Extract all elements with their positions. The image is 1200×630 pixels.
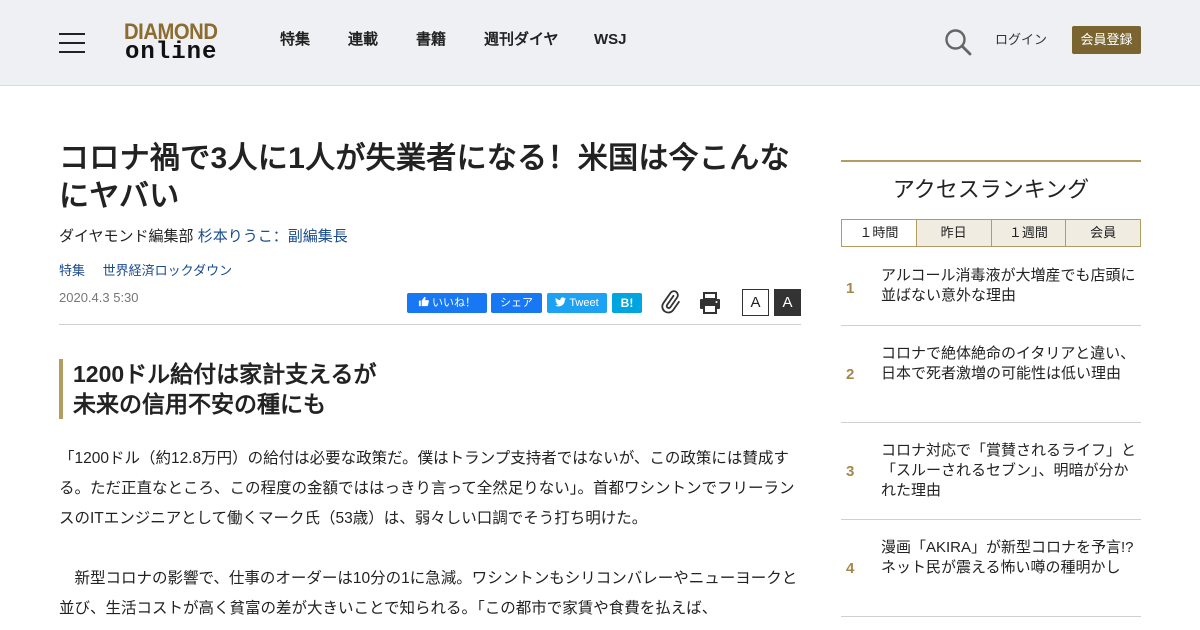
rank-headline[interactable]: コロナで絶体絶命のイタリアと違い、日本で死者激増の可能性は低い理由 xyxy=(881,344,1139,384)
byline: ダイヤモンド編集部 杉本りうこ：副編集長 xyxy=(59,228,348,246)
rank-number: 1 xyxy=(846,280,855,297)
article-title: コロナ禍で3人に1人が失業者になる！米国は今こんなにヤバい xyxy=(59,142,790,213)
divider xyxy=(59,324,801,325)
nav-series[interactable]: 連載 xyxy=(348,31,378,49)
login-link[interactable]: ログイン xyxy=(995,32,1047,48)
nav-feature[interactable]: 特集 xyxy=(280,31,310,49)
ranking-item[interactable]: 2 コロナで絶体絶命のイタリアと違い、日本で死者激増の可能性は低い理由 xyxy=(841,326,1141,423)
like-label: いいね！ xyxy=(432,297,476,309)
nav-weekly-diamond[interactable]: 週刊ダイヤ xyxy=(484,31,559,49)
paperclip-icon[interactable] xyxy=(658,290,682,314)
font-size-small-button[interactable]: A xyxy=(742,289,769,316)
publish-date: 2020.4.3 5:30 xyxy=(59,290,139,305)
register-button[interactable]: 会員登録 xyxy=(1072,26,1141,54)
tab-1-hour[interactable]: １時間 xyxy=(842,220,916,246)
tweet-label: Tweet xyxy=(569,297,599,309)
ranking-tabs: １時間 昨日 １週間 会員 xyxy=(841,219,1141,247)
nav-books[interactable]: 書籍 xyxy=(416,31,446,49)
nav-wsj[interactable]: WSJ xyxy=(594,31,627,49)
rank-headline[interactable]: アルコール消毒液が大増産でも店頭に並ばない意外な理由 xyxy=(881,266,1139,306)
article-tags: 特集 世界経済ロックダウン xyxy=(59,263,246,279)
tag-feature[interactable]: 特集 xyxy=(59,263,85,278)
rank-number: 2 xyxy=(846,366,855,383)
tweet-button[interactable]: Tweet xyxy=(547,293,607,313)
menu-icon[interactable] xyxy=(59,31,85,53)
site-header: DIAMOND online 特集 連載 書籍 週刊ダイヤ WSJ ログイン 会… xyxy=(0,0,1200,86)
ranking-item[interactable]: 4 漫画「AKIRA」が新型コロナを予言!?ネット民が震える怖い噂の種明かし xyxy=(841,520,1141,617)
ranking-item[interactable]: 1 アルコール消毒液が大増産でも店頭に並ばない意外な理由 xyxy=(841,250,1141,326)
byline-department: ダイヤモンド編集部 xyxy=(59,228,194,245)
logo-wordmark-bottom: online xyxy=(125,39,218,66)
tab-1-week[interactable]: １週間 xyxy=(990,220,1066,246)
tag-world-economy-lockdown[interactable]: 世界経済ロックダウン xyxy=(103,263,232,278)
facebook-like-button[interactable]: いいね！ xyxy=(407,293,487,313)
tab-yesterday[interactable]: 昨日 xyxy=(915,220,991,246)
section-subhead: 1200ドル給付は家計支えるが 未来の信用不安の種にも xyxy=(59,359,659,419)
author-link[interactable]: 杉本りうこ：副編集長 xyxy=(198,228,348,245)
font-size-large-button[interactable]: A xyxy=(774,289,801,316)
ranking-item[interactable]: 3 コロナ対応で「賞賛されるライフ」と「スルーされるセブン」、明暗が分かれた理由 xyxy=(841,423,1141,520)
tab-members[interactable]: 会員 xyxy=(1065,220,1140,246)
subhead-line-2: 未来の信用不安の種にも xyxy=(73,391,326,417)
twitter-bird-icon xyxy=(555,297,567,307)
rank-headline[interactable]: 漫画「AKIRA」が新型コロナを予言!?ネット民が震える怖い噂の種明かし xyxy=(881,538,1139,578)
rank-headline[interactable]: コロナ対応で「賞賛されるライフ」と「スルーされるセブン」、明暗が分かれた理由 xyxy=(881,441,1139,501)
printer-icon[interactable] xyxy=(697,290,723,316)
rank-number: 3 xyxy=(846,463,855,480)
article-paragraph-1: 「1200ドル（約12.8万円）の給付は必要な政策だ。僕はトランプ支持者ではない… xyxy=(59,450,795,527)
site-logo[interactable]: DIAMOND online xyxy=(124,20,228,66)
facebook-share-button[interactable]: シェア xyxy=(491,293,542,313)
search-icon[interactable] xyxy=(943,27,973,57)
ranking-title: アクセスランキング xyxy=(892,177,1090,202)
article-paragraph-2: 新型コロナの影響で、仕事のオーダーは10分の1に急減。ワシントンもシリコンバレー… xyxy=(59,570,798,617)
subhead-line-1: 1200ドル給付は家計支えるが xyxy=(73,361,377,387)
thumbs-up-icon xyxy=(418,296,429,307)
hatena-bookmark-button[interactable]: B! xyxy=(612,293,642,313)
sidebar-rule xyxy=(841,160,1141,162)
rank-number: 4 xyxy=(846,560,855,577)
